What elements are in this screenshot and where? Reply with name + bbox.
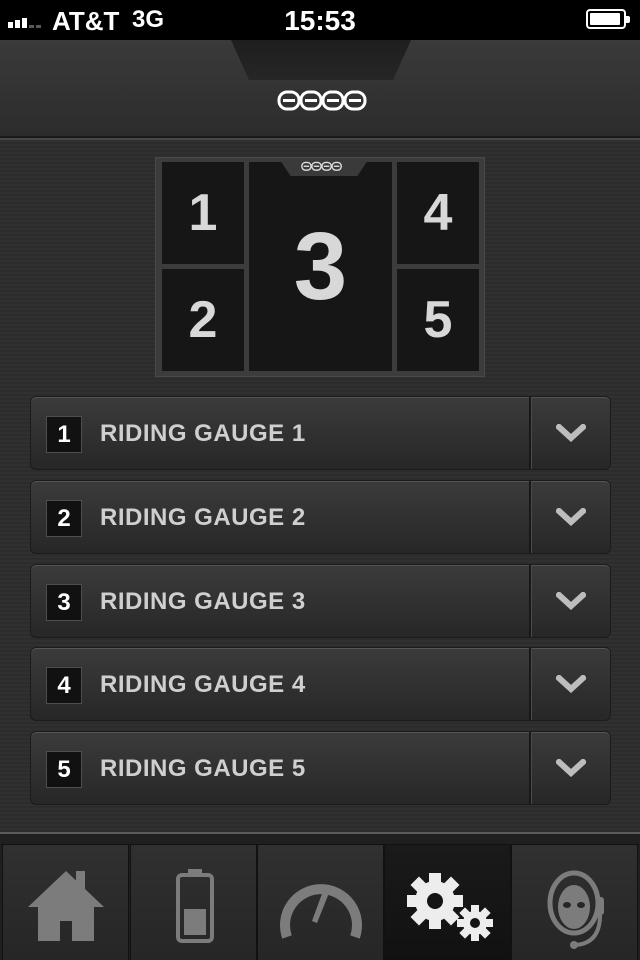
battery-icon — [176, 869, 214, 943]
gauge-number-badge: 5 — [46, 751, 82, 788]
chevron-down-icon — [556, 675, 586, 693]
app-header — [0, 40, 640, 140]
gauge-label: RIDING GAUGE 4 — [100, 671, 306, 698]
gauge-number-badge: 1 — [46, 416, 82, 453]
battery-status-icon — [586, 9, 630, 29]
gauge-label: RIDING GAUGE 2 — [100, 504, 306, 531]
zero-mini-logo — [301, 161, 342, 171]
main-content: 1 2 3 4 5 1 RIDING GAUGE 1 2 RIDING GAUG… — [0, 140, 640, 832]
preview-slot-1: 1 — [162, 162, 244, 264]
gauge-dropdown-button[interactable] — [531, 565, 611, 637]
gauge-dropdown-button[interactable] — [531, 481, 611, 553]
gauge-dropdown-button[interactable] — [531, 397, 611, 469]
chevron-down-icon — [556, 592, 586, 610]
preview-slot-3: 3 — [249, 162, 392, 371]
gauge-row-2[interactable]: 2 RIDING GAUGE 2 — [30, 480, 611, 554]
gauge-row-1[interactable]: 1 RIDING GAUGE 1 — [30, 396, 611, 470]
tab-bar — [0, 832, 640, 960]
gauge-dropdown-button[interactable] — [531, 648, 611, 720]
gauge-row-4[interactable]: 4 RIDING GAUGE 4 — [30, 647, 611, 721]
status-bar: AT&T 3G 15:53 — [0, 0, 640, 40]
home-icon — [28, 871, 104, 941]
gears-icon — [407, 873, 493, 941]
gauge-row-5[interactable]: 5 RIDING GAUGE 5 — [30, 731, 611, 805]
status-time: 15:53 — [284, 5, 356, 36]
preview-slot-5: 5 — [397, 269, 479, 371]
support-headset-icon — [547, 870, 604, 949]
gauge-layout-preview: 1 2 3 4 5 — [155, 157, 485, 377]
speedometer-icon — [280, 884, 362, 939]
gauge-row-3[interactable]: 3 RIDING GAUGE 3 — [30, 564, 611, 638]
gauge-label: RIDING GAUGE 5 — [100, 755, 306, 782]
tab-support[interactable] — [511, 844, 638, 960]
zero-logo — [277, 90, 367, 111]
tab-home[interactable] — [2, 844, 129, 960]
preview-slot-2: 2 — [162, 269, 244, 371]
chevron-down-icon — [556, 759, 586, 777]
tab-battery[interactable] — [130, 844, 257, 960]
tab-dashboard[interactable] — [257, 844, 384, 960]
gauge-label: RIDING GAUGE 3 — [100, 588, 306, 615]
tab-settings[interactable] — [384, 844, 511, 960]
gauge-number-badge: 4 — [46, 667, 82, 704]
chevron-down-icon — [556, 508, 586, 526]
gauge-dropdown-button[interactable] — [531, 732, 611, 804]
chevron-down-icon — [556, 424, 586, 442]
preview-slot-4: 4 — [397, 162, 479, 264]
gauge-label: RIDING GAUGE 1 — [100, 420, 306, 447]
logo-tab — [231, 40, 411, 80]
gauge-number-badge: 2 — [46, 500, 82, 537]
gauge-number-badge: 3 — [46, 584, 82, 621]
